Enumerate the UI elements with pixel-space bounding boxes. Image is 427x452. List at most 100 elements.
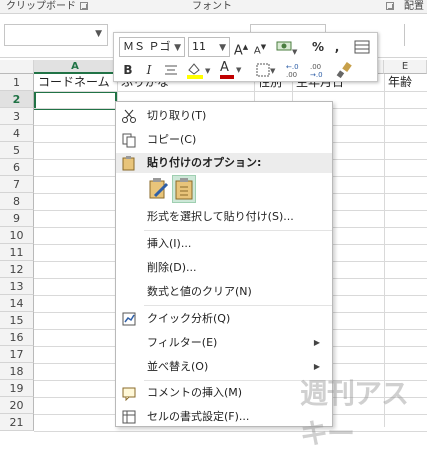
menu-separator [144,230,332,231]
row-header[interactable]: 11 [0,244,34,261]
svg-text:▼: ▼ [205,67,211,75]
format-painter-button[interactable] [352,37,372,57]
svg-text:.00: .00 [310,63,321,71]
row-header[interactable]: 7 [0,176,34,193]
row-header[interactable]: 2 [0,91,34,108]
clipboard-icon [122,156,135,171]
column-header-a[interactable]: A [34,60,117,74]
mini-toolbar: ＭＳ Ｐゴ ▼ 11 ▼ A▲ A▼ ▼ % , B I ▼ A ▼ ▼ ←.0… [113,32,378,82]
menu-item-label: クイック分析(Q) [147,312,231,325]
formula-input-right[interactable] [404,24,427,46]
chevron-down-icon[interactable]: ▼ [219,39,226,57]
decrease-decimal-icon: .00→.0 [310,63,323,79]
row-header[interactable]: 14 [0,295,34,312]
table-icon [354,40,370,54]
menu-item-delete[interactable]: 削除(D)... [116,256,332,280]
menu-item-label: コピー(C) [147,133,197,146]
dialog-launcher-icon[interactable] [80,2,88,10]
name-box[interactable]: ▼ [4,24,108,46]
grow-font-icon: A [233,43,243,59]
menu-item-quick-analysis[interactable]: クイック分析(Q) [116,307,332,331]
paste-options-header: 貼り付けのオプション: [116,153,332,173]
shrink-font-button[interactable]: A▼ [252,37,268,57]
svg-text:▼: ▼ [270,67,276,75]
paste-clipboard-icon [175,178,193,200]
align-center-button[interactable] [162,60,180,80]
row-header[interactable]: 18 [0,363,34,380]
borders-button[interactable]: ▼ [254,60,278,80]
grow-font-button[interactable]: A▲ [233,37,249,59]
font-size-value: 11 [192,40,206,53]
font-color-button[interactable]: A ▼ [218,60,244,80]
menu-item-label: コメントの挿入(M) [147,386,243,399]
bold-button[interactable]: B [120,60,136,80]
svg-text:←.0: ←.0 [286,63,299,71]
decrease-decimal-button[interactable]: .00 →.0 [308,60,328,80]
row-header[interactable]: 20 [0,397,34,414]
menu-item-paste-special[interactable]: 形式を選択して貼り付け(S)... [116,205,332,229]
ribbon-group-clipboard: クリップボード [6,1,76,12]
paste-button[interactable] [172,175,196,203]
row-header[interactable]: 10 [0,227,34,244]
fill-color-button[interactable]: ▼ [184,60,214,80]
cell-a1[interactable]: コードネーム [34,74,117,91]
menu-item-label: 削除(D)... [147,261,197,274]
format-painter-brush-button[interactable] [334,60,354,80]
row-header[interactable]: 19 [0,380,34,397]
row-header[interactable]: 17 [0,346,34,363]
row-header[interactable]: 12 [0,261,34,278]
ribbon-group-font: フォント [192,1,232,12]
row-header[interactable]: 8 [0,193,34,210]
scissors-icon [122,109,136,123]
row-header[interactable]: 1 [0,74,34,91]
menu-item-clear-contents[interactable]: 数式と値のクリア(N) [116,280,332,304]
row-header[interactable]: 15 [0,312,34,329]
chevron-down-icon[interactable]: ▼ [236,60,241,80]
menu-separator [144,305,332,306]
font-size-box[interactable]: 11 ▼ [188,37,230,57]
svg-text:→.0: →.0 [310,71,323,79]
italic-button[interactable]: I [141,60,157,80]
menu-item-label: フィルター(E) [147,336,218,349]
row-header[interactable]: 4 [0,125,34,142]
fill-bucket-icon: ▼ [187,63,211,79]
comment-icon [122,387,136,401]
align-center-icon [165,65,177,75]
comma-style-button[interactable]: , [330,37,344,57]
chevron-down-icon[interactable]: ▼ [174,39,181,57]
menu-item-filter[interactable]: フィルター(E) ▶ [116,331,332,355]
row-header[interactable]: 3 [0,108,34,125]
shrink-font-icon: A [253,45,261,57]
row-header[interactable]: 21 [0,414,34,431]
accounting-format-icon: ▼ [276,41,298,56]
number-format-button[interactable]: ▼ [274,37,300,57]
column-header-e[interactable]: E [384,60,427,74]
paste-options-label: 貼り付けのオプション: [147,156,262,169]
row-header[interactable]: 16 [0,329,34,346]
row-header[interactable]: 13 [0,278,34,295]
menu-item-insert[interactable]: 挿入(I)... [116,232,332,256]
menu-item-label: 並べ替え(O) [147,360,209,373]
increase-decimal-icon: ←.0.00 [286,63,299,79]
format-cells-icon [122,410,136,424]
menu-item-label: 切り取り(T) [147,109,207,122]
increase-decimal-button[interactable]: ←.0.00 [284,60,304,80]
cell-e1[interactable]: 年齢 [384,74,427,91]
paste-formatting-button[interactable] [146,175,170,203]
svg-text:▼: ▼ [292,48,298,56]
select-all-corner[interactable] [0,60,34,74]
percent-style-button[interactable]: % [310,37,326,57]
menu-item-copy[interactable]: コピー(C) [116,128,332,152]
copy-icon [122,133,136,148]
dialog-launcher-icon[interactable] [386,2,394,10]
row-header[interactable]: 9 [0,210,34,227]
row-header[interactable]: 5 [0,142,34,159]
chevron-down-icon[interactable]: ▼ [95,29,102,39]
quick-analysis-icon [122,312,136,326]
row-header[interactable]: 6 [0,159,34,176]
menu-item-label: 形式を選択して貼り付け(S)... [147,210,294,223]
font-name-box[interactable]: ＭＳ Ｐゴ ▼ [119,37,185,57]
svg-text:.00: .00 [286,71,297,79]
submenu-arrow-icon: ▶ [313,338,320,347]
menu-item-cut[interactable]: 切り取り(T) [116,104,332,128]
